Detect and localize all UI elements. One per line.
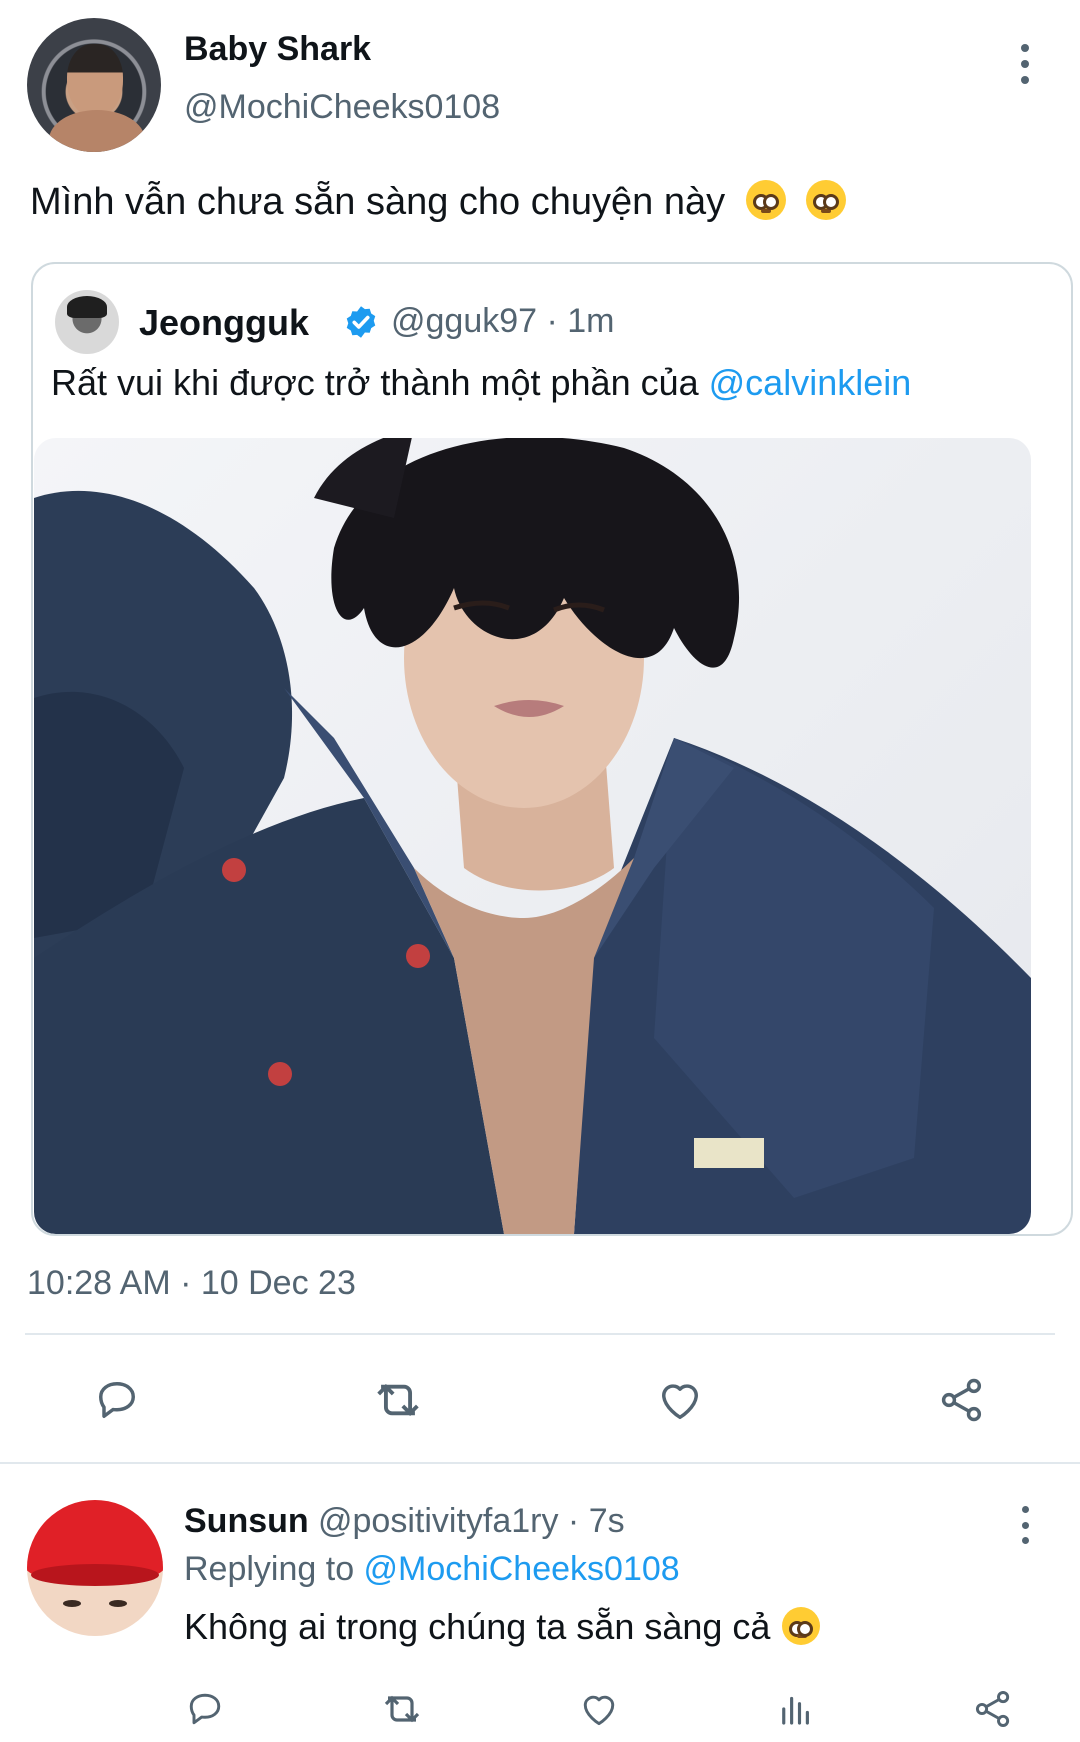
retweet-icon <box>377 1383 419 1417</box>
reply-button[interactable] <box>180 1684 230 1734</box>
reply-author-name[interactable]: Sunsun <box>184 1502 309 1541</box>
avatar-portrait-head <box>67 44 123 118</box>
verified-badge-icon <box>346 306 376 338</box>
author-avatar[interactable] <box>27 18 161 152</box>
tweet-timestamp[interactable]: 10:28 AM · 10 Dec 23 <box>27 1264 356 1303</box>
more-options-icon[interactable] <box>1012 1506 1038 1544</box>
retweet-button[interactable] <box>366 1368 430 1432</box>
reply-text-content: Không ai trong chúng ta sẵn sàng cả <box>184 1606 771 1647</box>
replying-to: Replying to @MochiCheeks0108 <box>184 1550 680 1589</box>
reply-icon <box>189 1693 221 1725</box>
retweet-button[interactable] <box>377 1684 427 1734</box>
reply-button[interactable] <box>85 1368 149 1432</box>
like-button[interactable] <box>574 1684 624 1734</box>
mention-link[interactable]: @calvinklein <box>709 362 912 403</box>
retweet-icon <box>384 1695 420 1723</box>
divider <box>25 1333 1055 1335</box>
quoted-tweet-card[interactable]: Jeongguk @gguk97 · 1m Rất vui khi được t… <box>31 262 1073 1236</box>
pleading-face-emoji-icon <box>806 180 847 220</box>
replying-to-label: Replying to <box>184 1550 364 1588</box>
quoted-tweet-photo[interactable] <box>34 438 1031 1234</box>
analytics-button[interactable] <box>771 1684 821 1734</box>
reply-handle-time: @positivityfa1ry · 7s <box>318 1502 625 1540</box>
author-handle[interactable]: @MochiCheeks0108 <box>184 88 500 127</box>
share-button[interactable] <box>930 1368 994 1432</box>
quoted-author-avatar <box>55 290 119 354</box>
quoted-text-content: Rất vui khi được trở thành một phần của <box>51 362 709 403</box>
tweet-text-content: Mình vẫn chưa sẵn sàng cho chuyện này <box>30 181 726 223</box>
pleading-face-emoji-icon <box>782 1607 821 1645</box>
reply-author-avatar[interactable] <box>27 1500 163 1636</box>
analytics-icon <box>782 1696 809 1725</box>
replying-to-handle[interactable]: @MochiCheeks0108 <box>364 1550 680 1588</box>
pleading-face-emoji-icon <box>745 180 786 220</box>
tweet-text: Mình vẫn chưa sẵn sàng cho chuyện này <box>30 180 847 224</box>
reply-text: Không ai trong chúng ta sẵn sàng cả <box>184 1606 821 1648</box>
reply-tweet[interactable]: Sunsun @positivityfa1ry · 7s Replying to… <box>0 1464 1080 1742</box>
main-tweet: Baby Shark @MochiCheeks0108 Mình vẫn chư… <box>0 0 1080 1462</box>
like-button[interactable] <box>648 1368 712 1432</box>
share-icon <box>975 1691 1010 1727</box>
avatar-portrait-body <box>49 110 145 152</box>
reply-icon <box>99 1382 135 1418</box>
heart-icon <box>662 1384 698 1420</box>
more-options-icon[interactable] <box>1012 44 1038 84</box>
author-name[interactable]: Baby Shark <box>184 30 371 69</box>
quoted-author-name: Jeongguk <box>139 302 310 343</box>
photo-illustration <box>34 438 1031 1234</box>
quoted-tweet-text: Rất vui khi được trở thành một phần của … <box>51 362 911 404</box>
heart-icon <box>583 1695 615 1726</box>
quoted-handle-time: @gguk97 · 1m <box>391 302 615 340</box>
share-icon <box>941 1378 982 1422</box>
share-button[interactable] <box>968 1684 1018 1734</box>
